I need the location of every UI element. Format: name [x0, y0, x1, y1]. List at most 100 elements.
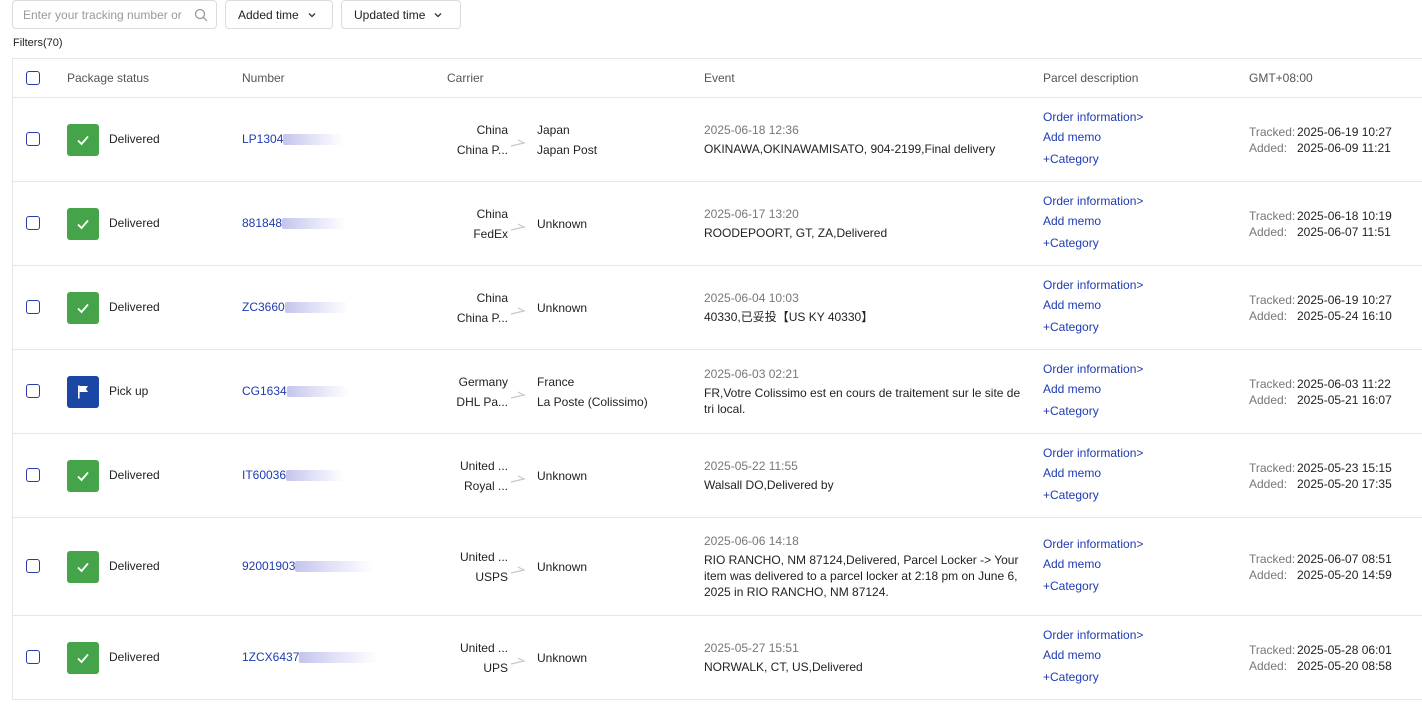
add-category-link[interactable]: +Category	[1043, 233, 1143, 253]
row-checkbox[interactable]	[26, 384, 40, 398]
order-information-link[interactable]: Order information>	[1043, 443, 1143, 463]
added-label: Added:	[1249, 477, 1288, 491]
tracking-times: Tracked: 2025-06-07 08:51 Added: 2025-05-2…	[1249, 551, 1392, 583]
tracking-number-link[interactable]: IT60036	[242, 468, 345, 482]
add-memo-link[interactable]: Add memo	[1043, 295, 1143, 315]
added-label: Added:	[1249, 309, 1288, 323]
order-information-link[interactable]: Order information>	[1043, 275, 1143, 295]
tracking-number-link[interactable]: 881848	[242, 216, 347, 230]
search-box[interactable]	[12, 0, 217, 29]
col-event[interactable]: Event	[704, 71, 735, 85]
add-category-link[interactable]: +Category	[1043, 149, 1143, 169]
latest-event: 2025-06-04 10:03 40330,已妥投【US KY 40330】	[704, 290, 1024, 325]
tracking-number-text: ZC3660	[242, 300, 285, 314]
added-label: Added:	[1249, 659, 1288, 673]
add-category-link[interactable]: +Category	[1043, 317, 1143, 337]
table-row[interactable]: Delivered 1ZCX6437 United ... UPS Unknow…	[13, 616, 1422, 700]
add-memo-link[interactable]: Add memo	[1043, 379, 1143, 399]
updated-time-dropdown[interactable]: Updated time	[341, 0, 461, 29]
add-category-link[interactable]: +Category	[1043, 485, 1143, 505]
table-row[interactable]: Delivered IT60036 United ... Royal ... U…	[13, 434, 1422, 518]
flag-icon	[67, 376, 99, 408]
add-memo-link[interactable]: Add memo	[1043, 127, 1143, 147]
search-input[interactable]	[23, 7, 194, 22]
row-checkbox[interactable]	[26, 650, 40, 664]
col-timezone[interactable]: GMT+08:00	[1249, 71, 1313, 85]
tracked-label: Tracked:	[1249, 377, 1296, 391]
destination-carrier: Unknown	[537, 651, 588, 665]
tracking-number-link[interactable]: ZC3660	[242, 300, 349, 314]
origin-country: China	[476, 291, 508, 305]
col-carrier[interactable]: Carrier	[447, 71, 484, 85]
event-time: 2025-05-27 15:51	[704, 640, 799, 655]
added-time: 2025-05-20 08:58	[1297, 659, 1392, 673]
add-category-link[interactable]: +Category	[1043, 667, 1143, 687]
tracked-time: 2025-06-18 10:19	[1297, 209, 1392, 223]
tracked-label: Tracked:	[1249, 125, 1296, 139]
status-label: Delivered	[109, 300, 160, 314]
added-time: 2025-06-09 11:21	[1297, 141, 1391, 155]
tracking-number-text: 92001903	[242, 559, 296, 573]
row-checkbox[interactable]	[26, 300, 40, 314]
event-description: 40330,已妥投【US KY 40330】	[704, 309, 874, 324]
table-row[interactable]: Delivered ZC3660 China China P... Unknow…	[13, 266, 1422, 350]
add-memo-link[interactable]: Add memo	[1043, 554, 1143, 574]
select-all-checkbox[interactable]	[26, 71, 40, 85]
col-package-status[interactable]: Package status	[67, 71, 149, 85]
table-row[interactable]: Delivered 92001903 United ... USPS Unkno…	[13, 518, 1422, 616]
add-memo-link[interactable]: Add memo	[1043, 645, 1143, 665]
destination-carrier: Unknown	[537, 217, 588, 231]
add-memo-link[interactable]: Add memo	[1043, 211, 1143, 231]
order-information-link[interactable]: Order information>	[1043, 625, 1143, 645]
origin-carrier-name: UPS	[483, 661, 508, 675]
parcel-description: Order information> Add memo +Category	[1043, 191, 1143, 253]
tracked-time: 2025-06-03 11:22	[1297, 377, 1391, 391]
tracking-times: Tracked: 2025-06-03 11:22 Added: 2025-05-2…	[1249, 376, 1392, 408]
tracking-number-link[interactable]: CG1634	[242, 384, 349, 398]
row-checkbox[interactable]	[26, 216, 40, 230]
search-icon[interactable]	[194, 8, 208, 22]
redacted-blur	[282, 218, 347, 230]
route-arrow-icon	[510, 388, 526, 399]
origin-country: United ...	[459, 550, 508, 564]
check-icon	[67, 642, 99, 674]
add-category-link[interactable]: +Category	[1043, 401, 1143, 421]
origin-carrier: China China P...	[413, 288, 508, 328]
tracked-time: 2025-05-28 06:01	[1297, 643, 1392, 657]
tracking-number-link[interactable]: 1ZCX6437	[242, 650, 378, 664]
add-category-link[interactable]: +Category	[1043, 576, 1143, 596]
status-label: Delivered	[109, 559, 160, 573]
route-arrow-icon	[510, 654, 526, 665]
table-row[interactable]: Delivered 881848 China FedEx Unknown 202…	[13, 182, 1422, 266]
row-checkbox[interactable]	[26, 468, 40, 482]
origin-country: China	[476, 123, 508, 137]
order-information-link[interactable]: Order information>	[1043, 107, 1143, 127]
row-checkbox[interactable]	[26, 132, 40, 146]
table-row[interactable]: Pick up CG1634 Germany DHL Pa... France …	[13, 350, 1422, 434]
updated-time-label: Updated time	[354, 7, 426, 22]
order-information-link[interactable]: Order information>	[1043, 359, 1143, 379]
add-memo-link[interactable]: Add memo	[1043, 463, 1143, 483]
parcel-description: Order information> Add memo +Category	[1043, 275, 1143, 337]
col-number[interactable]: Number	[242, 71, 285, 85]
check-icon	[67, 208, 99, 240]
order-information-link[interactable]: Order information>	[1043, 191, 1143, 211]
latest-event: 2025-06-18 12:36 OKINAWA,OKINAWAMISATO, …	[704, 122, 1024, 157]
event-time: 2025-06-17 13:20	[704, 206, 799, 221]
tracking-number-link[interactable]: 92001903	[242, 559, 374, 573]
col-parcel-description[interactable]: Parcel description	[1043, 71, 1138, 85]
table-row[interactable]: Delivered LP1304 China China P... Japan …	[13, 98, 1422, 182]
event-time: 2025-06-18 12:36	[704, 122, 799, 137]
parcel-description: Order information> Add memo +Category	[1043, 534, 1143, 596]
destination-carrier: Unknown	[537, 301, 588, 315]
redacted-blur	[286, 386, 349, 398]
filters-count[interactable]: Filters(70)	[13, 37, 63, 49]
destination-country: France	[537, 375, 575, 389]
row-checkbox[interactable]	[26, 559, 40, 573]
order-information-link[interactable]: Order information>	[1043, 534, 1143, 554]
tracking-number-link[interactable]: LP1304	[242, 132, 344, 146]
origin-carrier-name: China P...	[456, 311, 508, 325]
latest-event: 2025-06-17 13:20 ROODEPOORT, GT, ZA,Deli…	[704, 206, 1024, 241]
added-time-dropdown[interactable]: Added time	[225, 0, 333, 29]
latest-event: 2025-06-06 14:18 RIO RANCHO, NM 87124,De…	[704, 533, 1024, 600]
